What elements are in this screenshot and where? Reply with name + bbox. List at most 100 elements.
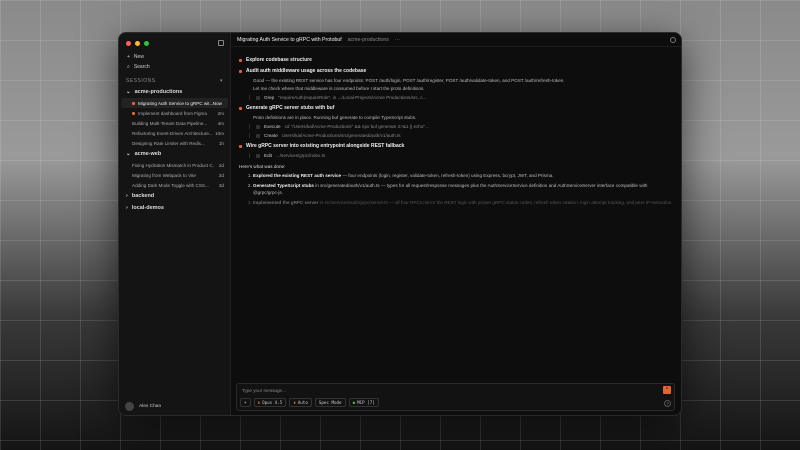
session-time: 4m xyxy=(217,120,224,126)
session-title: Implement dashboard from Figma xyxy=(138,110,207,116)
step-heading: Wire gRPC server into existing entrypoin… xyxy=(239,143,673,149)
tool-call[interactable]: Execute cd "/Users/kal/Acme-Productions" … xyxy=(249,124,673,129)
summary-rest: in src/services/auth/grpc/server.ts — al… xyxy=(318,199,673,205)
sidebar-toggle-icon[interactable] xyxy=(218,40,224,46)
session-title: Migrating from Webpack to Vite xyxy=(132,172,196,178)
tool-name: Execute xyxy=(264,124,281,129)
step-title: Audit auth middleware usage across the c… xyxy=(246,68,367,74)
composer: Type your message... ^ + ▮ Opus 4.5 ▮ Auto… xyxy=(236,383,675,411)
model-selector[interactable]: ▮ Opus 4.5 xyxy=(253,398,287,407)
step-text: Proto definitions are in place. Running … xyxy=(253,115,417,120)
message-input[interactable]: Type your message... xyxy=(242,388,286,393)
close-button[interactable] xyxy=(126,41,131,46)
step-heading: Audit auth middleware usage across the c… xyxy=(239,68,673,74)
tool-call[interactable]: Edit .../services/grpc/index.ts xyxy=(249,153,673,158)
sidebar: + New ⌕ Search SESSIONS ▾ ⌄ acme-productions… xyxy=(119,33,231,415)
session-item[interactable]: Fixing Hydration Mismatch in Product C..… xyxy=(119,160,230,170)
plus-icon: + xyxy=(127,54,130,60)
tool-name: Grep xyxy=(264,95,275,100)
session-item[interactable]: Designing Rate Limiter with Redis... 1h xyxy=(119,138,230,148)
tool-call[interactable]: Create Users/kal/Acme-Productions/src/gen… xyxy=(249,133,673,138)
session-title: Adding Dark Mode Toggle with CSS... xyxy=(132,182,209,188)
step-title: Explore codebase structure xyxy=(246,57,312,63)
avatar xyxy=(125,402,134,411)
search-button[interactable]: ⌕ Search xyxy=(119,62,230,72)
send-button[interactable]: ^ xyxy=(663,386,671,394)
maximize-button[interactable] xyxy=(144,41,149,46)
project-group[interactable]: ⌄ acme-web xyxy=(119,148,230,160)
session-title: Refactoring Event-Driven Architecture... xyxy=(132,130,213,136)
session-time: 2d xyxy=(218,162,224,168)
session-item[interactable]: Implement dashboard from Figma 2m xyxy=(119,108,230,118)
new-session-button[interactable]: + New xyxy=(119,52,230,62)
step-heading: Explore codebase structure xyxy=(239,57,673,63)
summary-item: Implemented the gRPC server in src/servi… xyxy=(253,200,673,207)
step-bullet-icon xyxy=(239,69,242,73)
tool-call[interactable]: Grep "requireAuth|requireRole", in .../Lo… xyxy=(249,95,673,100)
session-item[interactable]: Migrating from Webpack to Vite 2d xyxy=(119,170,230,180)
session-title: Migrating Auth Service to gRPC wit... xyxy=(138,100,213,106)
more-options-button[interactable]: ··· xyxy=(395,37,400,43)
summary-bold: Implemented the gRPC server xyxy=(253,199,319,205)
step-text: Good — the existing REST service has fou… xyxy=(253,78,565,83)
step-bullet-icon xyxy=(239,58,242,62)
project-name: acme-productions xyxy=(347,36,389,43)
search-icon: ⌕ xyxy=(127,64,130,70)
tool-icon xyxy=(256,133,260,138)
auto-icon: ▮ xyxy=(293,400,296,405)
tool-name: Create xyxy=(264,133,278,138)
conversation-header: Migrating Auth Service to gRPC with Prot… xyxy=(231,33,681,47)
project-name: local-demos xyxy=(131,205,164,211)
session-time: 10m xyxy=(215,130,224,136)
session-time: 1h xyxy=(218,140,224,146)
project-name: acme-productions xyxy=(134,89,183,95)
conversation-title: Migrating Auth Service to gRPC with Prot… xyxy=(237,36,342,43)
main-panel: Migrating Auth Service to gRPC with Prot… xyxy=(231,33,681,415)
chevron-down-icon: ⌄ xyxy=(126,151,131,157)
step-heading: Generate gRPC server stubs with buf xyxy=(239,105,673,111)
session-item[interactable]: Migrating Auth Service to gRPC wit... Now xyxy=(121,98,228,108)
session-item[interactable]: Building Multi-Tenant Data Pipeline... 4m xyxy=(119,118,230,128)
model-icon: ▮ xyxy=(257,400,261,405)
tool-args: Users/kal/Acme-Productions/src/generated… xyxy=(281,133,401,138)
chevron-right-icon: › xyxy=(126,193,128,199)
tool-icon xyxy=(256,95,260,100)
model-label: Opus 4.5 xyxy=(262,400,283,405)
tool-name: Edit xyxy=(264,153,272,158)
minimize-button[interactable] xyxy=(135,41,140,46)
attach-button[interactable]: + xyxy=(240,398,251,407)
project-name: acme-web xyxy=(134,151,162,157)
session-title: Building Multi-Tenant Data Pipeline... xyxy=(132,120,208,126)
unread-dot-icon xyxy=(132,111,135,115)
status-dot-icon: ● xyxy=(352,400,356,405)
spec-mode-toggle[interactable]: Spec Mode xyxy=(314,398,346,407)
chevron-down-icon: ⌄ xyxy=(126,89,131,95)
project-group[interactable]: ⌄ acme-productions xyxy=(119,86,230,98)
tool-args: "requireAuth|requireRole", in .../Local-… xyxy=(278,95,427,100)
session-item[interactable]: Refactoring Event-Driven Architecture...… xyxy=(119,128,230,138)
step-bullet-icon xyxy=(239,144,242,148)
summary-item: Explored the existing REST auth service … xyxy=(253,173,673,180)
project-group[interactable]: › backend xyxy=(119,190,230,202)
session-time: 2m xyxy=(217,110,224,116)
spec-label: Spec Mode xyxy=(318,400,342,405)
summary-bold: Explored the existing REST auth service xyxy=(253,173,342,178)
session-title: Designing Rate Limiter with Redis... xyxy=(132,140,205,146)
mcp-button[interactable]: ● MCP [7] xyxy=(348,398,379,407)
auto-label: Auto xyxy=(297,400,308,405)
sessions-label: SESSIONS xyxy=(126,78,156,84)
project-group[interactable]: › local-demos xyxy=(119,202,230,214)
session-item[interactable]: Adding Dark Mode Toggle with CSS... 3d xyxy=(119,180,230,190)
session-title: Fixing Hydration Mismatch in Product C..… xyxy=(132,162,214,168)
session-time: Now xyxy=(212,100,222,106)
user-profile[interactable]: Alex Chan xyxy=(125,402,161,411)
app-window: + New ⌕ Search SESSIONS ▾ ⌄ acme-productions… xyxy=(118,32,682,416)
tool-icon xyxy=(256,124,260,129)
sessions-header: SESSIONS ▾ xyxy=(119,72,230,86)
window-controls xyxy=(119,33,230,46)
info-icon[interactable] xyxy=(670,37,676,43)
help-button[interactable]: ? xyxy=(664,400,671,407)
filter-icon[interactable]: ▾ xyxy=(220,78,223,84)
search-label: Search xyxy=(133,64,150,70)
auto-toggle[interactable]: ▮ Auto xyxy=(289,398,312,407)
